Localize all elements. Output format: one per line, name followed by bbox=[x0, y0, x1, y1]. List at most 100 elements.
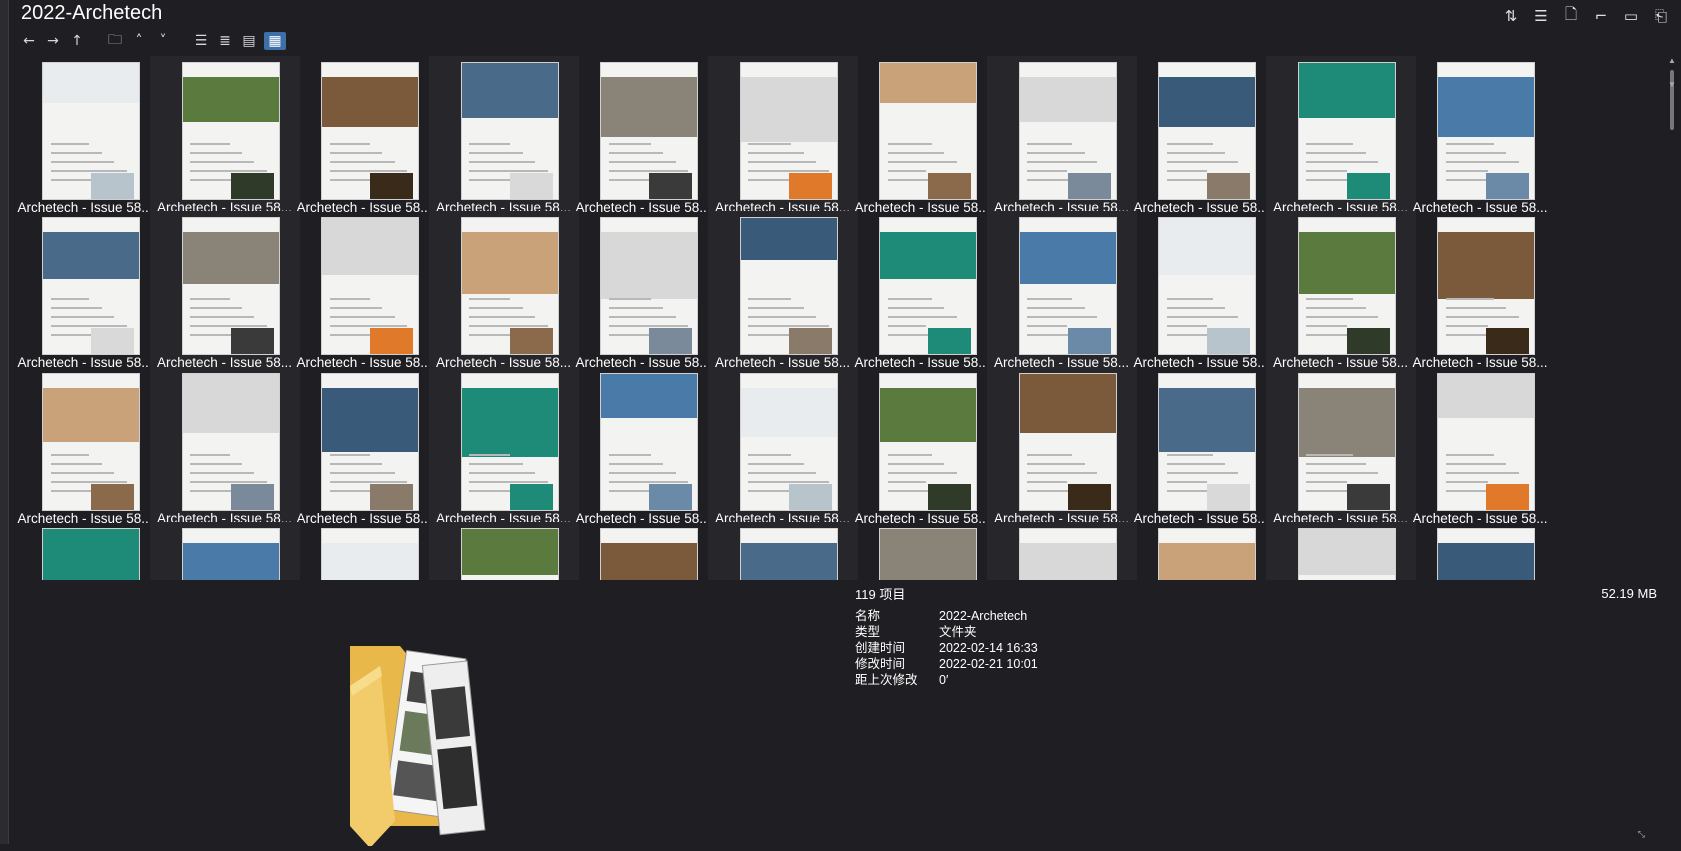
file-thumbnail-item[interactable]: Archetech - Issue 58... bbox=[707, 211, 858, 372]
thumbnail-grid: Archetech - Issue 58... Archetech - Issue… bbox=[10, 56, 1665, 580]
tile-view-icon[interactable]: ▤ bbox=[240, 32, 258, 50]
file-thumbnail-item[interactable]: Archetech - Issue 58... bbox=[428, 56, 579, 216]
page-preview-image bbox=[42, 527, 140, 580]
vertical-scrollbar[interactable]: ▲ ▼ bbox=[1667, 56, 1677, 580]
details-view-icon[interactable]: ☰ bbox=[1531, 6, 1551, 26]
file-thumbnail-item[interactable]: Archetech - Issue 58... bbox=[10, 56, 160, 216]
file-thumbnail-item[interactable]: Archetech - Issue 58... bbox=[1265, 56, 1416, 216]
file-thumbnail-item[interactable]: Archetech - Issue 58... bbox=[289, 211, 439, 371]
page-preview-image bbox=[1297, 62, 1396, 200]
file-thumbnail-item[interactable]: Archetech - Issue 58... bbox=[1265, 521, 1416, 580]
property-value: 文件夹 bbox=[939, 625, 977, 639]
document-icon[interactable]: 🗋 bbox=[1561, 5, 1581, 26]
file-thumbnail-item[interactable]: Archetech - Issue 58... bbox=[1126, 522, 1276, 580]
page-preview-image bbox=[1437, 62, 1535, 200]
item-count: 119 项目 bbox=[855, 587, 906, 602]
file-thumbnail-item[interactable]: Archetech - Issue 58... bbox=[149, 366, 300, 527]
back-icon[interactable]: ← bbox=[20, 32, 38, 50]
page-preview-image bbox=[1158, 527, 1256, 580]
file-thumbnail-item[interactable]: Archetech - Issue 58... bbox=[986, 521, 1137, 580]
file-thumbnail-item[interactable]: Archetech - Issue 58... bbox=[568, 56, 718, 216]
file-thumbnail-item[interactable]: Archetech - Issue 58... bbox=[847, 56, 997, 216]
file-thumbnail-item[interactable]: Archetech - Issue 58... bbox=[1405, 367, 1555, 527]
forward-icon[interactable]: → bbox=[44, 32, 62, 50]
page-preview-image bbox=[321, 372, 419, 511]
page-preview-image bbox=[1437, 217, 1535, 356]
file-thumbnail-item[interactable]: Archetech - Issue 58... bbox=[707, 521, 858, 580]
file-thumbnail-item[interactable]: Archetech - Issue 58... bbox=[149, 211, 300, 372]
file-thumbnail-item[interactable]: Archetech - Issue 58... bbox=[289, 56, 439, 216]
scroll-down-arrow-icon[interactable]: ▼ bbox=[1667, 80, 1677, 89]
page-preview-image bbox=[181, 217, 280, 356]
file-thumbnail-item[interactable]: Archetech - Issue 58... bbox=[847, 367, 997, 527]
file-thumbnail-item[interactable]: Archetech - Issue 58... bbox=[1405, 211, 1555, 371]
file-thumbnail-item[interactable]: Archetech - Issue 58... bbox=[1265, 366, 1416, 527]
file-thumbnail-item[interactable]: Archetech - Issue 58... bbox=[986, 366, 1137, 527]
page-preview-image bbox=[321, 217, 419, 356]
property-row: 名称 2022-Archetech bbox=[855, 608, 1038, 624]
caret-down-icon[interactable]: ˅ bbox=[154, 32, 172, 50]
file-thumbnail-item[interactable]: Archetech - Issue 58... bbox=[1126, 211, 1276, 371]
resize-grip-icon[interactable]: ⤡ bbox=[1638, 829, 1645, 840]
file-thumbnail-item[interactable]: Archetech - Issue 58... bbox=[289, 367, 439, 527]
file-thumbnail-item[interactable]: Archetech - Issue 58... bbox=[428, 366, 579, 527]
file-thumbnail-item[interactable]: Archetech - Issue 58... bbox=[568, 367, 718, 527]
file-thumbnail-item[interactable]: Archetech - Issue 58... bbox=[986, 56, 1137, 216]
scroll-up-arrow-icon[interactable]: ▲ bbox=[1667, 56, 1677, 65]
file-thumbnail-item[interactable]: Archetech - Issue 58... bbox=[1405, 56, 1555, 216]
list-view-icon[interactable]: ☰ bbox=[192, 32, 210, 50]
file-thumbnail-item[interactable]: Archetech - Issue 58... bbox=[707, 366, 858, 527]
page-preview-image bbox=[181, 527, 280, 580]
panel-icon[interactable]: ▭ bbox=[1621, 6, 1641, 26]
file-thumbnail-item[interactable]: Archetech - Issue 58... bbox=[847, 522, 997, 580]
page-preview-image bbox=[1437, 527, 1535, 580]
property-value: 2022-02-14 16:33 bbox=[939, 641, 1038, 655]
folder-preview-icon bbox=[340, 616, 520, 848]
page-preview-image bbox=[1158, 372, 1256, 511]
property-value: 2022-02-21 10:01 bbox=[939, 657, 1038, 671]
page-preview-image bbox=[600, 62, 698, 200]
file-thumbnail-item[interactable]: Archetech - Issue 58... bbox=[986, 211, 1137, 372]
page-preview-image bbox=[460, 217, 559, 356]
property-row: 创建时间 2022-02-14 16:33 bbox=[855, 640, 1038, 656]
file-thumbnail-item[interactable]: Archetech - Issue 58... bbox=[428, 521, 579, 580]
page-preview-image bbox=[600, 372, 698, 511]
thumbnail-view-icon[interactable]: ▦ bbox=[264, 32, 286, 50]
file-thumbnail-item[interactable]: Archetech - Issue 58... bbox=[1126, 367, 1276, 527]
crop-icon[interactable]: ⌐ bbox=[1591, 6, 1611, 26]
nav-toolbar: ← → ↑ 🗀 ˄ ˅ ☰ ≣ ▤ ▦ bbox=[20, 32, 286, 50]
info-panel: 119 项目 52.19 MB 名称 2022-Archetech 类型 文件夹 创建时… bbox=[0, 582, 1681, 848]
property-value: 2022-Archetech bbox=[939, 609, 1028, 623]
file-thumbnail-item[interactable]: Archetech - Issue 58... bbox=[707, 56, 858, 216]
file-thumbnail-item[interactable]: Archetech - Issue 58... bbox=[10, 211, 160, 371]
pin-icon[interactable]: ⎗ bbox=[1651, 6, 1671, 26]
page-preview-image bbox=[739, 527, 838, 580]
caret-up-icon[interactable]: ˄ bbox=[130, 32, 148, 50]
property-label: 创建时间 bbox=[855, 641, 906, 655]
page-preview-image bbox=[181, 372, 280, 511]
file-thumbnail-item[interactable]: Archetech - Issue 58... bbox=[568, 211, 718, 371]
file-thumbnail-item[interactable]: Archetech - Issue 58... bbox=[10, 522, 160, 580]
file-thumbnail-item[interactable]: Archetech - Issue 58... bbox=[149, 521, 300, 580]
file-thumbnail-item[interactable]: Archetech - Issue 58... bbox=[1126, 56, 1276, 216]
page-preview-image bbox=[1297, 372, 1396, 511]
sort-icon[interactable]: ⇅ bbox=[1501, 6, 1521, 26]
scroll-thumb[interactable] bbox=[1670, 70, 1674, 130]
page-preview-image bbox=[600, 527, 698, 580]
file-thumbnail-item[interactable]: Archetech - Issue 58... bbox=[10, 367, 160, 527]
file-thumbnail-item[interactable]: Archetech - Issue 58... bbox=[289, 522, 439, 580]
file-thumbnail-item[interactable]: Archetech - Issue 58... bbox=[568, 522, 718, 580]
page-preview-image bbox=[1018, 217, 1117, 356]
file-thumbnail-item[interactable]: Archetech - Issue 58... bbox=[428, 211, 579, 372]
folder-icon[interactable]: 🗀 bbox=[106, 32, 124, 50]
file-thumbnail-item[interactable]: Archetech - Issue 58... bbox=[847, 211, 997, 371]
page-preview-image bbox=[879, 62, 977, 200]
file-thumbnail-item[interactable]: Archetech - Issue 58... bbox=[149, 56, 300, 216]
up-icon[interactable]: ↑ bbox=[68, 32, 86, 50]
file-thumbnail-item[interactable]: Archetech - Issue 58... bbox=[1265, 211, 1416, 372]
detail-view-icon[interactable]: ≣ bbox=[216, 32, 234, 50]
property-label: 名称 bbox=[855, 609, 881, 623]
file-thumbnail-item[interactable]: Archetech - Issue 58... bbox=[1405, 522, 1555, 580]
page-preview-image bbox=[1297, 527, 1396, 580]
page-preview-image bbox=[1018, 527, 1117, 580]
